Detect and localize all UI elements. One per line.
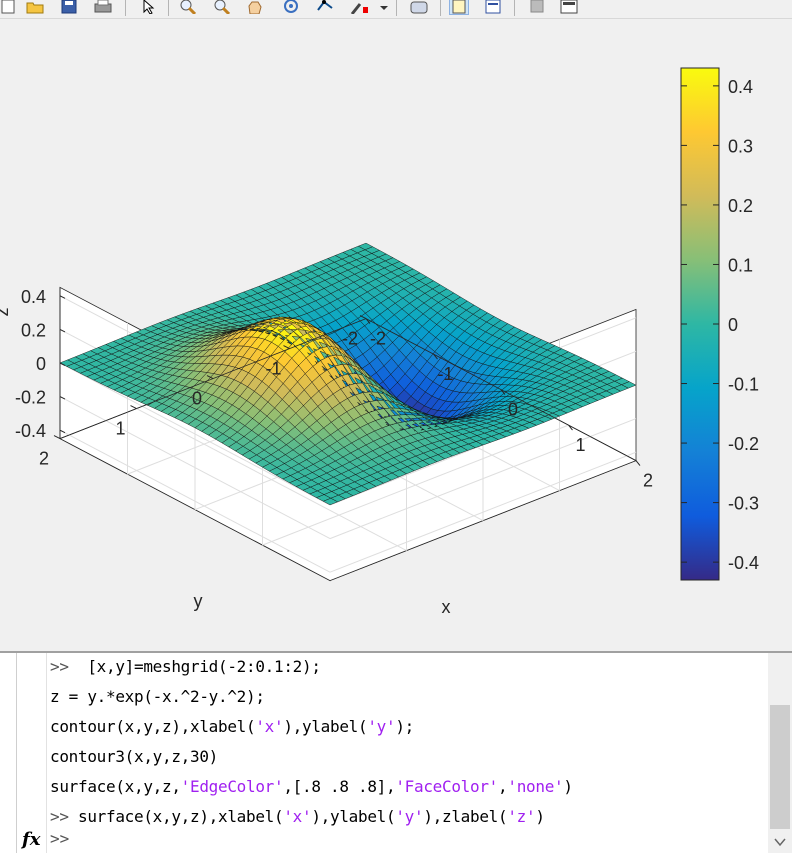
y-axis-label: y [194,591,203,611]
figure-toolbar [0,0,792,19]
z-axis-label: z [0,308,12,317]
insert-legend-icon[interactable] [528,0,546,14]
figure-area: 0.4 0.2 0 -0.2 -0.4 -2 -1 0 1 2 2 1 0 -1 -2 z x y 0.4 0… [0,19,792,651]
brush-icon[interactable] [350,0,368,14]
x-tick-label: -1 [437,364,453,384]
y-tick-label: 1 [115,419,125,439]
scrollbar-thumb[interactable] [770,705,790,829]
x-tick-label: -2 [370,329,386,349]
z-tick-label: 0.2 [21,320,46,340]
colorbar-tick-label: 0.1 [728,255,753,275]
colorbar-tick-label: -0.3 [728,494,759,514]
colorbar-tick-label: -0.4 [728,553,759,573]
command-line: >> [x,y]=meshgrid(-2:0.1:2); [50,657,321,676]
hide-plot-tools-icon[interactable] [449,0,469,15]
x-tick-label: 1 [575,435,585,455]
zoom-in-icon[interactable] [178,0,196,14]
x-axis-label: x [442,597,451,617]
open-file-icon[interactable] [26,0,44,14]
colorbar-tick-label: -0.2 [728,434,759,454]
colorbar-tick-label: -0.1 [728,375,759,395]
command-line: contour(x,y,z),xlabel('x'),ylabel('y'); [50,717,414,736]
command-line: z = y.*exp(-x.^2-y.^2); [50,687,265,706]
save-figure-icon[interactable] [60,0,78,14]
z-tick-label: 0.4 [21,287,46,307]
x-tick-label: 0 [508,400,518,420]
y-tick-label: 2 [39,449,49,469]
command-scrollbar[interactable] [768,653,792,853]
rotate-3d-icon[interactable] [282,0,300,14]
z-tick-label: -0.4 [15,421,46,441]
colorbar-tick-label: 0.4 [728,77,753,97]
show-plot-tools-icon[interactable] [484,0,502,14]
command-line: >> surface(x,y,z),xlabel('x'),ylabel('y'… [50,807,545,826]
command-line: surface(x,y,z,'EdgeColor',[.8 .8 .8],'Fa… [50,777,573,796]
docking-icon[interactable] [560,0,578,14]
print-figure-icon[interactable] [94,0,112,14]
x-tick-label: 2 [643,471,653,491]
scroll-down-arrow-icon[interactable] [772,835,788,849]
command-prompt[interactable]: >> [50,829,69,848]
data-cursor-icon[interactable] [316,0,334,14]
surface-plot[interactable]: 0.4 0.2 0 -0.2 -0.4 -2 -1 0 1 2 2 1 0 -1 -2 z x y 0.4 0… [0,19,792,651]
fx-icon[interactable]: fx [22,829,40,850]
y-tick-label: 0 [192,389,202,409]
z-tick-label: 0 [36,354,46,374]
command-line: contour3(x,y,z,30) [50,747,218,766]
y-tick-label: -1 [265,359,281,379]
edit-plot-icon[interactable] [140,0,158,14]
pan-icon[interactable] [246,0,264,14]
command-window[interactable]: >> [x,y]=meshgrid(-2:0.1:2); z = y.*exp(-… [0,653,792,853]
command-gutter [0,653,47,853]
new-figure-icon[interactable] [0,0,18,14]
colorbar-tick-label: 0.2 [728,196,753,216]
colorbar-tick-label: 0.3 [728,136,753,156]
colorbar-tick-label: 0 [728,315,738,335]
insert-colorbar-icon[interactable] [410,0,428,14]
z-tick-label: -0.2 [15,388,46,408]
zoom-out-icon[interactable] [212,0,230,14]
link-plot-icon[interactable] [378,0,396,14]
y-tick-label: -2 [342,329,358,349]
